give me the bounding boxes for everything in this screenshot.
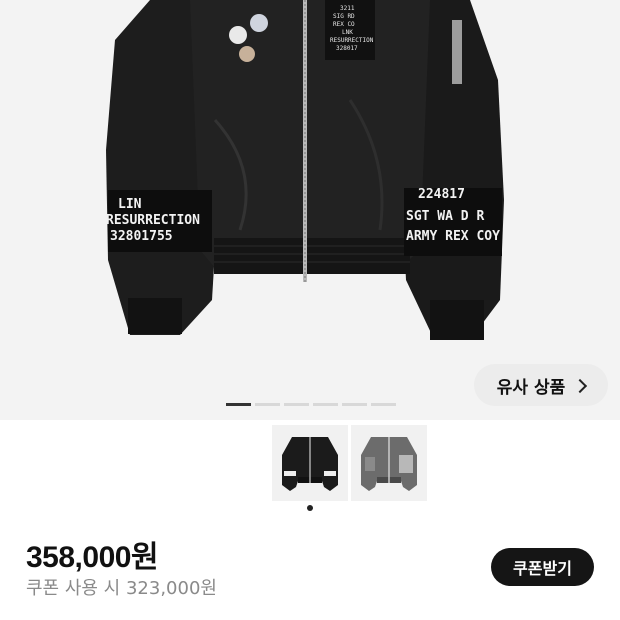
get-coupon-button[interactable]: 쿠폰받기 xyxy=(491,548,594,586)
thumbnail-grey-jacket[interactable] xyxy=(351,425,427,501)
selected-thumbnail-dot xyxy=(307,505,313,511)
chest-patch-line-6: 328017 xyxy=(336,45,358,52)
product-main-image[interactable]: LIN RESURRECTION 32801755 224817 SGT WA … xyxy=(0,0,620,420)
chest-patch-line-1: 3211 xyxy=(340,5,355,12)
chest-patch-line-3: REX CO xyxy=(333,21,355,28)
pager-indicator[interactable] xyxy=(342,403,367,406)
chest-patch-line-4: LNK xyxy=(342,29,353,36)
thumbnail-black-jacket[interactable] xyxy=(272,425,348,501)
left-patch-line-3: 32801755 xyxy=(110,229,173,244)
jacket-illustration: LIN RESURRECTION 32801755 224817 SGT WA … xyxy=(106,0,504,340)
grey-jacket-thumbnail-image xyxy=(361,437,417,491)
pager-indicator[interactable] xyxy=(371,403,396,406)
pager-indicator[interactable] xyxy=(255,403,280,406)
right-patch-line-1: 224817 xyxy=(418,187,465,202)
coupon-price-text: 쿠폰 사용 시 323,000원 xyxy=(26,578,217,599)
right-patch-line-3: ARMY REX COY xyxy=(406,229,500,244)
left-patch-line-2: RESURRECTION xyxy=(106,213,200,228)
similar-products-label: 유사 상품 xyxy=(496,377,566,398)
chevron-right-icon xyxy=(573,378,588,393)
pager-indicator[interactable] xyxy=(284,403,309,406)
pager-indicator-active[interactable] xyxy=(226,403,251,406)
image-pager xyxy=(226,403,396,406)
pager-indicator[interactable] xyxy=(313,403,338,406)
black-jacket-thumbnail-image xyxy=(282,437,338,491)
right-patch-line-2: SGT WA D R xyxy=(406,209,484,224)
thumbnail-strip xyxy=(272,425,427,501)
similar-products-button[interactable]: 유사 상품 xyxy=(474,364,608,406)
product-price: 358,000원 xyxy=(26,541,159,574)
chest-patch-line-5: RESURRECTION xyxy=(330,37,374,44)
chest-patch-line-2: SIG RD xyxy=(333,13,355,20)
left-patch-line-1: LIN xyxy=(118,197,142,212)
